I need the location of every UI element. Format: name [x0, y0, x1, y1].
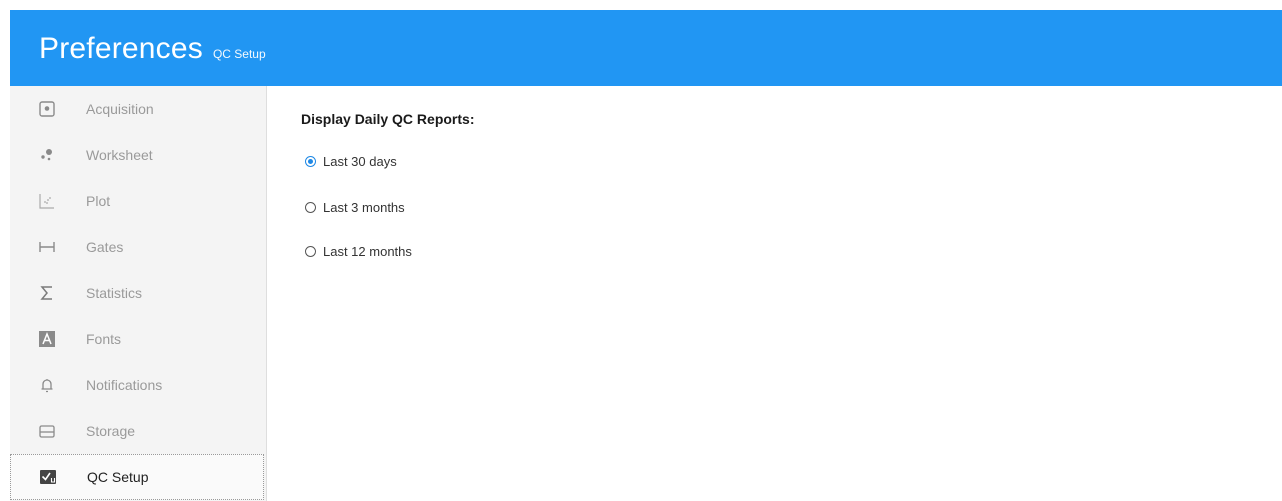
sidebar-item-label: Acquisition [86, 101, 154, 117]
sidebar-item-notifications[interactable]: Notifications [10, 362, 264, 408]
sidebar-item-label: QC Setup [87, 469, 149, 485]
sidebar-item-statistics[interactable]: Statistics [10, 270, 264, 316]
section-heading: Display Daily QC Reports: [301, 111, 475, 127]
sidebar-item-label: Plot [86, 193, 111, 209]
option-last-12-months[interactable]: Last 12 months [305, 244, 412, 259]
option-label: Last 12 months [323, 244, 412, 259]
sidebar-item-label: Gates [86, 239, 124, 255]
qc-setup-icon [38, 467, 58, 487]
sidebar-item-gates[interactable]: Gates [10, 224, 264, 270]
sidebar: Acquisition Worksheet Plot Gates Statist… [10, 86, 267, 501]
radio-button[interactable] [305, 246, 316, 257]
gates-icon [37, 237, 57, 257]
sidebar-item-storage[interactable]: Storage [10, 408, 264, 454]
acquisition-icon [37, 99, 57, 119]
sidebar-item-acquisition[interactable]: Acquisition [10, 86, 264, 132]
option-last-3-months[interactable]: Last 3 months [305, 200, 405, 215]
sidebar-item-plot[interactable]: Plot [10, 178, 264, 224]
plot-icon [37, 191, 57, 211]
option-label: Last 3 months [323, 200, 405, 215]
storage-icon [37, 421, 57, 441]
header-bar: Preferences QC Setup [10, 10, 1282, 86]
worksheet-icon [37, 145, 57, 165]
sidebar-item-fonts[interactable]: Fonts [10, 316, 264, 362]
bell-icon [37, 375, 57, 395]
page-title: Preferences [39, 32, 203, 65]
sidebar-item-label: Fonts [86, 331, 122, 347]
qc-setup-panel: Display Daily QC Reports: Last 30 days L… [301, 86, 1282, 501]
sigma-icon [37, 283, 57, 303]
radio-button[interactable] [305, 202, 316, 213]
page-subtitle: QC Setup [212, 47, 266, 61]
sidebar-item-label: Storage [86, 423, 136, 439]
sidebar-item-worksheet[interactable]: Worksheet [10, 132, 264, 178]
preferences-window: Preferences QC Setup Acquisition Workshe… [0, 0, 1282, 501]
sidebar-item-label: Notifications [86, 377, 163, 393]
sidebar-item-qc-setup[interactable]: QC Setup [10, 454, 264, 500]
radio-button-selected[interactable] [305, 156, 316, 167]
font-icon [37, 329, 57, 349]
sidebar-item-label: Worksheet [86, 147, 153, 163]
option-last-30-days[interactable]: Last 30 days [305, 154, 397, 169]
sidebar-item-label: Statistics [86, 285, 143, 301]
option-label: Last 30 days [323, 154, 397, 169]
